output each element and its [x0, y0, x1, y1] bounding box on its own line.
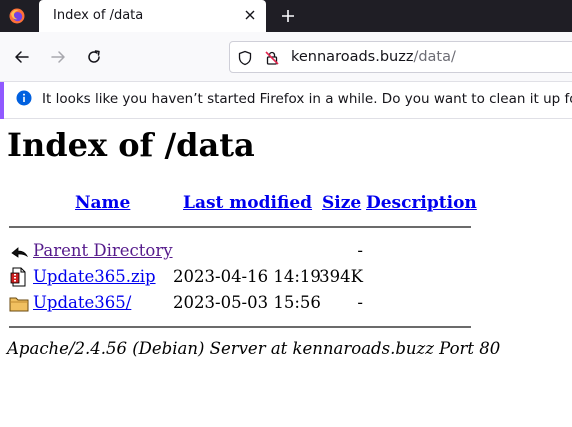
update365-zip-link[interactable]: Update365.zip: [33, 267, 156, 286]
page-title: Index of /data: [7, 126, 255, 164]
navigation-toolbar: kennaroads.buzz/data/: [0, 32, 572, 82]
firefox-menu-icon[interactable]: [9, 8, 25, 24]
footer-divider: [9, 326, 471, 328]
tab-strip: Index of /data: [0, 0, 572, 32]
folder-icon: [9, 297, 29, 312]
header-divider: [9, 226, 471, 228]
parent-directory-link[interactable]: Parent Directory: [33, 241, 173, 260]
reload-icon[interactable]: [86, 49, 102, 65]
back-icon: [11, 247, 29, 258]
row-size: 394K: [319, 267, 363, 286]
url-path: /data/: [413, 49, 456, 65]
tab-title: Index of /data: [53, 8, 144, 23]
column-size-link[interactable]: Size: [322, 193, 361, 213]
insecure-lock-icon[interactable]: [264, 50, 280, 66]
row-last-modified: 2023-04-16 14:19: [173, 267, 321, 286]
notification-bar: It looks like you haven’t started Firefo…: [0, 82, 572, 119]
update365-folder-link[interactable]: Update365/: [33, 293, 131, 312]
notification-accent: [0, 82, 4, 119]
tab-index-of-data[interactable]: Index of /data: [39, 0, 266, 32]
notification-message: It looks like you haven’t started Firefo…: [42, 91, 572, 107]
row-size: -: [357, 293, 363, 312]
tracking-protection-shield-icon[interactable]: [237, 50, 253, 66]
column-last-modified-link[interactable]: Last modified: [183, 193, 312, 213]
row-last-modified: 2023-05-03 15:56: [173, 293, 321, 312]
url-bar[interactable]: kennaroads.buzz/data/: [229, 41, 572, 73]
new-tab-plus-icon[interactable]: [280, 8, 296, 24]
close-tab-icon[interactable]: [244, 9, 256, 21]
column-name-link[interactable]: Name: [75, 193, 130, 213]
page-content: Index of /data Name Last modified Size D…: [0, 120, 572, 427]
server-signature: Apache/2.4.56 (Debian) Server at kennaro…: [7, 339, 501, 358]
compressed-file-icon: [10, 267, 26, 287]
forward-arrow-icon[interactable]: [50, 49, 66, 65]
url-host: kennaroads.buzz: [291, 49, 414, 65]
back-arrow-icon[interactable]: [14, 49, 30, 65]
row-size: -: [357, 241, 363, 260]
column-description-link[interactable]: Description: [366, 193, 477, 213]
info-icon: [16, 90, 32, 106]
url-text[interactable]: kennaroads.buzz/data/: [291, 49, 456, 65]
